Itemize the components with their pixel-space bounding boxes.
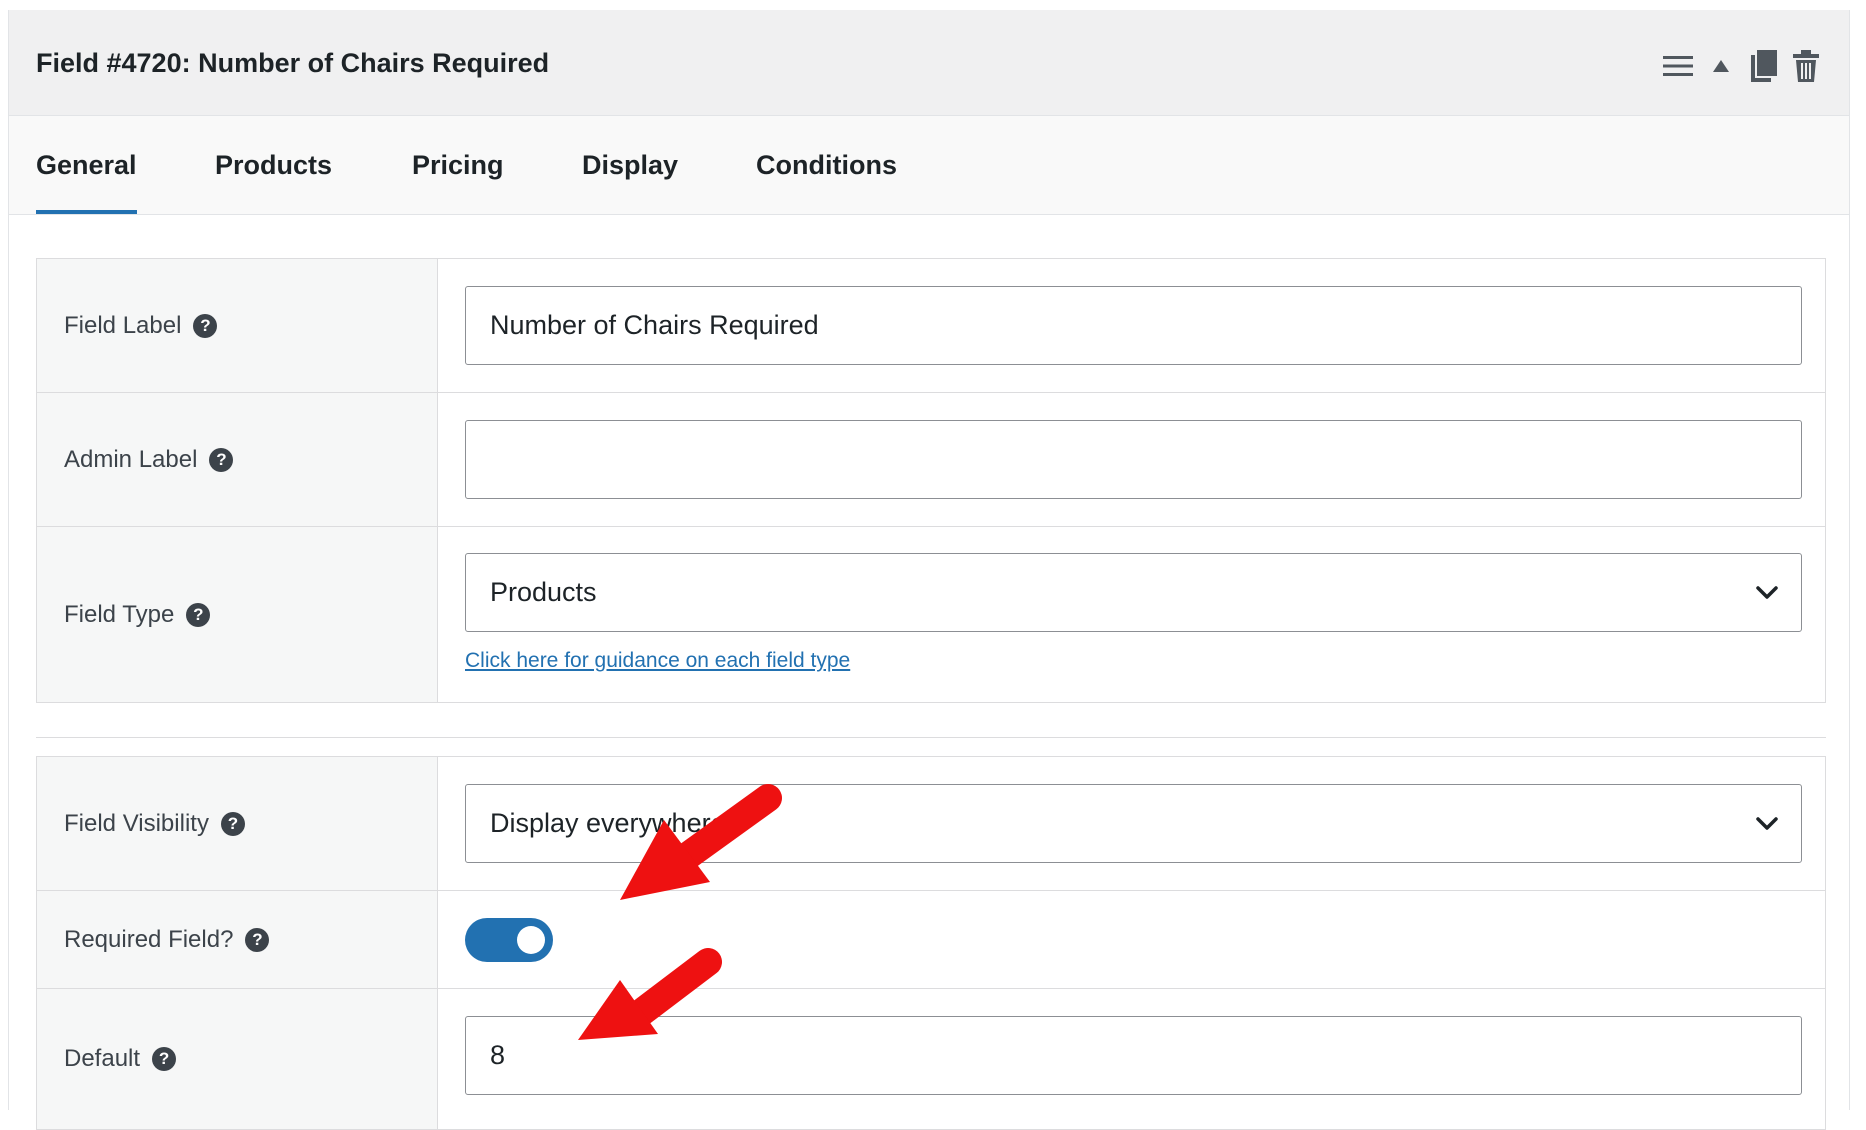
help-icon[interactable]: ?	[186, 602, 211, 627]
field-type-guidance-link[interactable]: Click here for guidance on each field ty…	[465, 649, 850, 673]
admin-label-label: Admin Label	[64, 445, 198, 473]
field-type-label: Field Type	[64, 600, 175, 628]
toggle-knob	[517, 926, 545, 954]
collapse-up-icon[interactable]	[1713, 60, 1729, 72]
field-type-value-cell: Products Click here for guidance on each…	[439, 527, 1825, 702]
admin-label-row: Admin Label ?	[37, 393, 1825, 527]
field-visibility-value-cell: Display everywhere	[439, 757, 1825, 890]
behaviour-settings-table: Field Visibility ? Display everywhere Re…	[36, 756, 1826, 1130]
default-input[interactable]	[465, 1016, 1802, 1095]
admin-label-value-cell	[439, 393, 1825, 526]
field-visibility-selected-value: Display everywhere	[490, 808, 726, 838]
help-icon[interactable]: ?	[245, 927, 270, 952]
field-panel: Field #4720: Number of Chairs Required G…	[8, 10, 1850, 1130]
required-field-row: Required Field? ?	[37, 891, 1825, 989]
default-row: Default ?	[37, 989, 1825, 1129]
field-label-input[interactable]	[465, 286, 1802, 365]
field-label-row: Field Label ?	[37, 259, 1825, 393]
chevron-down-icon	[1756, 817, 1778, 830]
field-visibility-row: Field Visibility ? Display everywhere	[37, 757, 1825, 891]
header-tools	[1663, 46, 1819, 86]
general-settings-table: Field Label ? Admin Label ? Field Type ?	[36, 258, 1826, 703]
required-field-label: Required Field?	[64, 925, 234, 953]
default-label-cell: Default ?	[37, 989, 438, 1129]
section-divider	[36, 737, 1826, 738]
field-visibility-select[interactable]: Display everywhere	[465, 784, 1802, 863]
field-visibility-label: Field Visibility	[64, 809, 209, 837]
field-type-row: Field Type ? Products Click here for gui…	[37, 527, 1825, 702]
field-title: Field #4720: Number of Chairs Required	[36, 48, 550, 78]
chevron-down-icon	[1756, 586, 1778, 599]
default-value-cell	[439, 989, 1825, 1129]
tab-pricing[interactable]: Pricing	[412, 116, 504, 214]
field-type-label-cell: Field Type ?	[37, 527, 438, 702]
help-icon[interactable]: ?	[209, 447, 234, 472]
required-field-toggle[interactable]	[465, 918, 553, 962]
field-type-selected-value: Products	[490, 577, 597, 607]
trash-icon[interactable]	[1793, 50, 1819, 82]
tab-general[interactable]: General	[36, 116, 137, 214]
admin-label-input[interactable]	[465, 420, 1802, 499]
field-type-select[interactable]: Products	[465, 553, 1802, 632]
admin-label-label-cell: Admin Label ?	[37, 393, 438, 526]
help-icon[interactable]: ?	[152, 1047, 177, 1071]
default-label: Default	[64, 1045, 141, 1072]
field-header: Field #4720: Number of Chairs Required	[9, 10, 1849, 116]
help-icon[interactable]: ?	[220, 811, 245, 836]
tab-bar: General Products Pricing Display Conditi…	[9, 116, 1849, 215]
help-icon[interactable]: ?	[193, 313, 218, 338]
tab-conditions[interactable]: Conditions	[756, 116, 897, 214]
field-label-label: Field Label	[64, 311, 182, 339]
field-label-value-cell	[439, 259, 1825, 392]
tab-products[interactable]: Products	[215, 116, 332, 214]
menu-icon[interactable]	[1663, 55, 1693, 77]
tab-display[interactable]: Display	[582, 116, 678, 214]
field-label-label-cell: Field Label ?	[37, 259, 438, 392]
duplicate-icon[interactable]	[1751, 50, 1777, 82]
required-field-label-cell: Required Field? ?	[37, 891, 438, 988]
required-field-value-cell	[439, 891, 1825, 988]
field-visibility-label-cell: Field Visibility ?	[37, 757, 438, 890]
